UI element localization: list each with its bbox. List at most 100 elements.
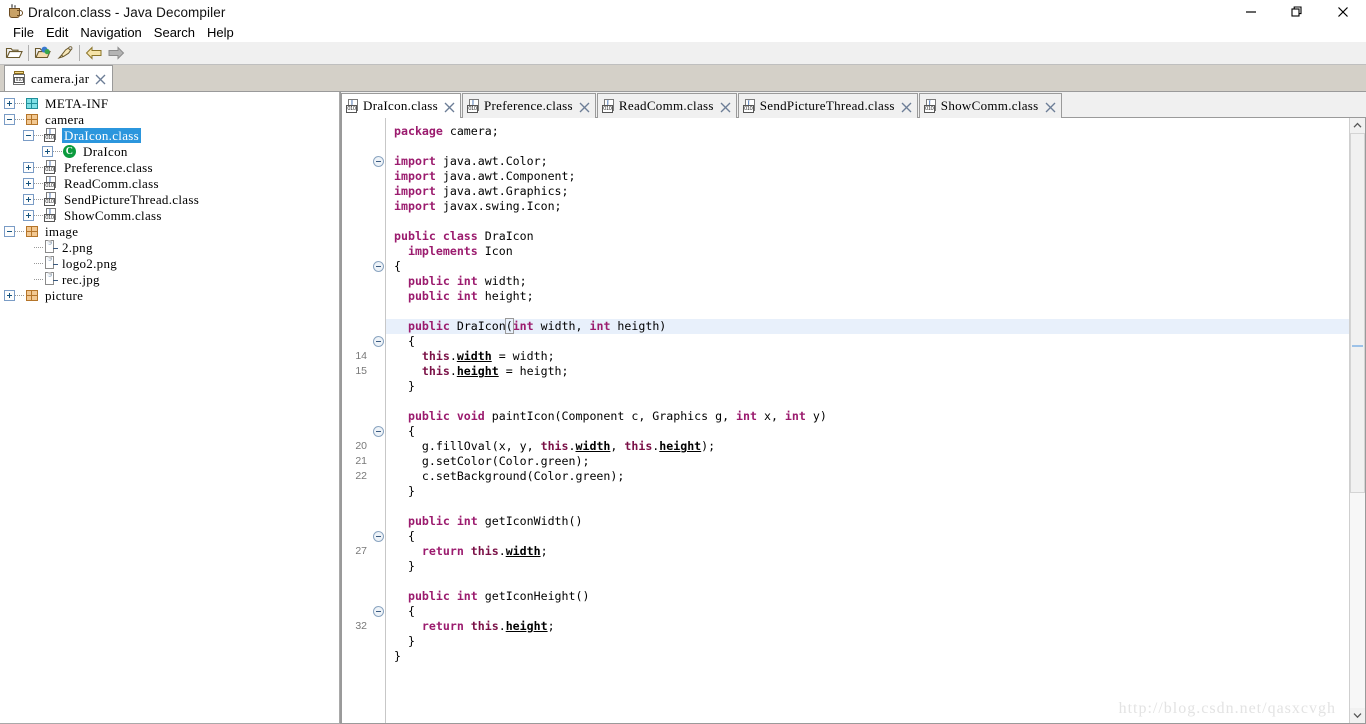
scrollbar-track[interactable] — [1350, 133, 1365, 708]
tree-expand-icon[interactable] — [23, 209, 34, 221]
editor-tab-close-icon[interactable] — [901, 101, 912, 112]
tree-node-picture[interactable]: picture — [0, 287, 339, 303]
close-button[interactable] — [1320, 0, 1366, 24]
tree-node-preference-class[interactable]: J 010 Preference.class — [0, 159, 339, 175]
fold-collapse-icon[interactable] — [373, 531, 384, 542]
fold-collapse-icon[interactable] — [373, 261, 384, 272]
tree-node-showcomm-class[interactable]: J 010 ShowComm.class — [0, 207, 339, 223]
code-line[interactable]: c.setBackground(Color.green); — [386, 469, 1349, 484]
editor-tab-close-icon[interactable] — [579, 101, 590, 112]
code-folding-column[interactable] — [370, 118, 386, 723]
tree-expand-icon[interactable] — [42, 145, 53, 157]
fold-collapse-icon[interactable] — [373, 426, 384, 437]
tree-node-logo2-png[interactable]: logo2.png — [0, 255, 339, 271]
menu-navigation[interactable]: Navigation — [74, 24, 147, 42]
code-line[interactable]: public int height; — [386, 289, 1349, 304]
open-file-icon[interactable] — [3, 43, 25, 63]
code-line[interactable]: public class DraIcon — [386, 229, 1349, 244]
editor-vertical-scrollbar[interactable] — [1349, 118, 1365, 723]
code-line[interactable] — [386, 214, 1349, 229]
scroll-down-button[interactable] — [1350, 708, 1365, 723]
code-line[interactable]: implements Icon — [386, 244, 1349, 259]
tree-expand-icon[interactable] — [23, 177, 34, 189]
code-line[interactable]: package camera; — [386, 124, 1349, 139]
code-line[interactable]: } — [386, 634, 1349, 649]
tree-node-2-png[interactable]: 2.png — [0, 239, 339, 255]
open-type-icon[interactable] — [32, 43, 54, 63]
code-line[interactable]: this.height = heigth; — [386, 364, 1349, 379]
code-line[interactable] — [386, 574, 1349, 589]
editor-tab-close-icon[interactable] — [720, 101, 731, 112]
tree-expand-icon[interactable] — [4, 289, 15, 301]
editor-tab-draicon-class[interactable]: J 010 DraIcon.class — [341, 93, 462, 118]
minimize-button[interactable] — [1228, 0, 1274, 24]
menu-search[interactable]: Search — [148, 24, 201, 42]
editor-tab-close-icon[interactable] — [1045, 101, 1056, 112]
code-line[interactable]: } — [386, 649, 1349, 664]
maximize-restore-button[interactable] — [1274, 0, 1320, 24]
tree-node-draicon[interactable]: C DraIcon — [0, 143, 339, 159]
menu-edit[interactable]: Edit — [40, 24, 74, 42]
tree-node-meta-inf[interactable]: META-INF — [0, 95, 339, 111]
editor-tab-sendpicturethread-class[interactable]: J 010 SendPictureThread.class — [737, 93, 918, 118]
tree-node-sendpicturethread-class[interactable]: J 010 SendPictureThread.class — [0, 191, 339, 207]
tree-node-draicon-class[interactable]: J 010 DraIcon.class — [0, 127, 339, 143]
code-line[interactable]: g.setColor(Color.green); — [386, 454, 1349, 469]
editor-tab-readcomm-class[interactable]: J 010 ReadComm.class — [596, 93, 737, 118]
code-line[interactable]: import javax.swing.Icon; — [386, 199, 1349, 214]
code-line[interactable]: } — [386, 559, 1349, 574]
code-line[interactable]: } — [386, 484, 1349, 499]
code-line[interactable]: { — [386, 259, 1349, 274]
code-line[interactable]: } — [386, 379, 1349, 394]
highlighter-icon[interactable] — [54, 43, 76, 63]
tree-expand-icon[interactable] — [23, 161, 34, 173]
menu-file[interactable]: File — [7, 24, 40, 42]
tree-node-rec-jpg[interactable]: rec.jpg — [0, 271, 339, 287]
tree-expand-icon[interactable] — [23, 193, 34, 205]
jar-tab-close-icon[interactable] — [95, 73, 106, 85]
tree-node-camera[interactable]: camera — [0, 111, 339, 127]
code-line[interactable]: g.fillOval(x, y, this.width, this.height… — [386, 439, 1349, 454]
tree-collapse-icon[interactable] — [4, 113, 15, 125]
code-line[interactable] — [386, 304, 1349, 319]
line-number — [342, 289, 370, 304]
code-line[interactable]: public int getIconHeight() — [386, 589, 1349, 604]
tree-expand-icon[interactable] — [4, 97, 15, 109]
code-line[interactable]: this.width = width; — [386, 349, 1349, 364]
code-line[interactable] — [386, 394, 1349, 409]
code-line[interactable]: public DraIcon(int width, int heigth) — [386, 318, 1349, 334]
scrollbar-thumb[interactable] — [1350, 133, 1365, 493]
code-line[interactable]: return this.height; — [386, 619, 1349, 634]
code-line[interactable]: import java.awt.Color; — [386, 154, 1349, 169]
fold-collapse-icon[interactable] — [373, 606, 384, 617]
tree-collapse-icon[interactable] — [4, 225, 15, 237]
editor-tab-preference-class[interactable]: J 010 Preference.class — [462, 93, 596, 118]
editor-tab-showcomm-class[interactable]: J 010 ShowComm.class — [918, 93, 1062, 118]
jar-tab-camera[interactable]: 010 camera.jar — [4, 65, 114, 91]
tree-collapse-icon[interactable] — [23, 129, 34, 141]
tree-node-readcomm-class[interactable]: J 010 ReadComm.class — [0, 175, 339, 191]
forward-arrow-icon[interactable] — [105, 43, 127, 63]
tree-node-image[interactable]: image — [0, 223, 339, 239]
code-line[interactable] — [386, 499, 1349, 514]
code-view[interactable]: package camera; import java.awt.Color; im… — [386, 118, 1349, 723]
code-line[interactable]: { — [386, 529, 1349, 544]
code-line[interactable]: { — [386, 604, 1349, 619]
code-line[interactable]: import java.awt.Graphics; — [386, 184, 1349, 199]
editor-tab-close-icon[interactable] — [444, 101, 455, 112]
scroll-up-button[interactable] — [1350, 118, 1365, 133]
code-line[interactable]: import java.awt.Component; — [386, 169, 1349, 184]
code-line[interactable]: { — [386, 424, 1349, 439]
fold-collapse-icon[interactable] — [373, 156, 384, 167]
line-number-gutter: 14 15 20 21 22 27 32 — [342, 118, 370, 723]
menu-help[interactable]: Help — [201, 24, 240, 42]
code-line[interactable]: public int width; — [386, 274, 1349, 289]
code-line[interactable]: return this.width; — [386, 544, 1349, 559]
code-line[interactable]: { — [386, 334, 1349, 349]
code-line[interactable] — [386, 139, 1349, 154]
code-line[interactable]: public void paintIcon(Component c, Graph… — [386, 409, 1349, 424]
fold-collapse-icon[interactable] — [373, 336, 384, 347]
jar-tree[interactable]: META-INF camera J 010 DraIcon.class C DraIcon J… — [0, 92, 340, 724]
code-line[interactable]: public int getIconWidth() — [386, 514, 1349, 529]
back-arrow-icon[interactable] — [83, 43, 105, 63]
